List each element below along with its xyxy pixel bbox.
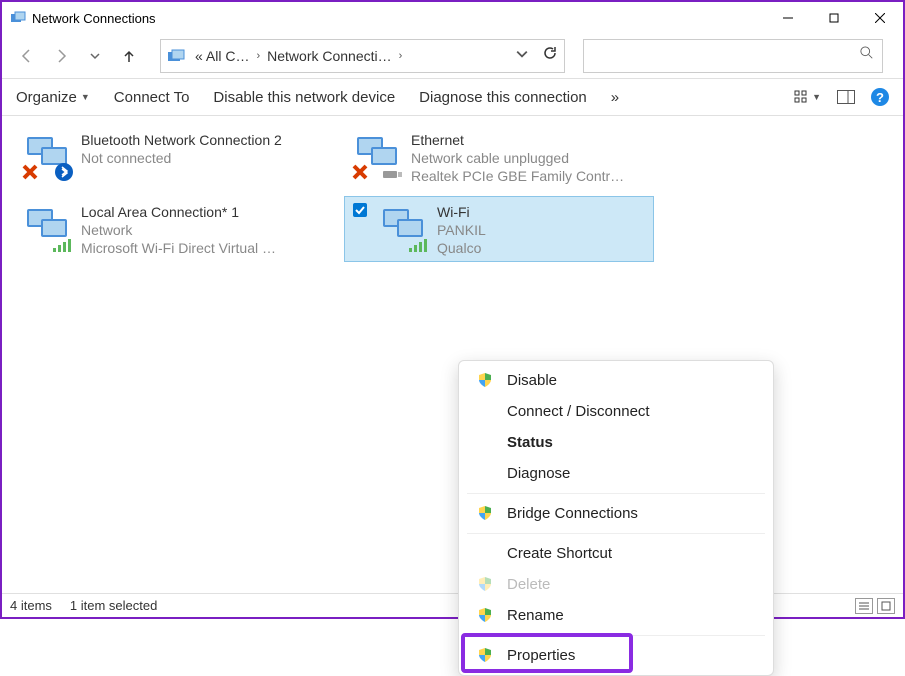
command-bar: Organize ▼ Connect To Disable this netwo… — [2, 78, 903, 116]
search-icon — [860, 46, 874, 65]
organize-menu[interactable]: Organize ▼ — [16, 89, 90, 106]
content-area: Bluetooth Network Connection 2 Not conne… — [2, 116, 903, 593]
window-controls — [765, 3, 903, 33]
connection-icon — [353, 131, 401, 179]
connection-icon — [23, 131, 71, 179]
shield-icon — [477, 607, 493, 623]
back-button[interactable] — [12, 41, 42, 71]
connection-icon — [23, 203, 71, 251]
help-button[interactable]: ? — [871, 88, 889, 106]
context-menu-rename[interactable]: Rename — [459, 600, 773, 631]
title-bar: Network Connections — [2, 2, 903, 34]
connection-status: PANKIL — [437, 221, 486, 239]
disable-device-button[interactable]: Disable this network device — [213, 89, 395, 106]
status-item-count: 4 items — [10, 598, 52, 613]
connection-item-wifi[interactable]: Wi-Fi PANKIL Qualco — [344, 196, 654, 262]
chevron-down-icon: ▼ — [81, 92, 90, 102]
location-icon — [167, 47, 185, 65]
address-bar[interactable]: « All C… › Network Connecti… › — [160, 39, 565, 73]
maximize-button[interactable] — [811, 3, 857, 33]
diagnose-connection-button[interactable]: Diagnose this connection — [419, 89, 587, 106]
close-button[interactable] — [857, 3, 903, 33]
connection-detail: Realtek PCIe GBE Family Contr… — [411, 167, 624, 185]
context-menu-disable[interactable]: Disable — [459, 365, 773, 396]
connection-detail: Microsoft Wi-Fi Direct Virtual … — [81, 239, 276, 257]
context-menu-connect[interactable]: Connect / Disconnect — [459, 396, 773, 427]
context-menu-bridge[interactable]: Bridge Connections — [459, 498, 773, 529]
connection-name: Local Area Connection* 1 — [81, 203, 276, 221]
connection-name: Wi-Fi — [437, 203, 486, 221]
breadcrumb-current[interactable]: Network Connecti… — [263, 48, 396, 64]
view-options-button[interactable]: ▼ — [794, 90, 821, 104]
window-icon — [10, 10, 26, 26]
refresh-button[interactable] — [542, 45, 558, 66]
connection-status: Network — [81, 221, 276, 239]
context-menu-diagnose[interactable]: Diagnose — [459, 458, 773, 489]
connection-item-ethernet[interactable]: Ethernet Network cable unplugged Realtek… — [344, 124, 654, 190]
large-icons-view-button[interactable] — [877, 598, 895, 614]
preview-pane-button[interactable] — [837, 90, 855, 104]
details-view-button[interactable] — [855, 598, 873, 614]
context-menu: Disable Connect / Disconnect Status Diag… — [458, 360, 774, 676]
selection-checkbox[interactable] — [353, 203, 367, 217]
connection-status: Network cable unplugged — [411, 149, 624, 167]
context-menu-delete: Delete — [459, 569, 773, 600]
chevron-down-icon: ▼ — [812, 92, 821, 102]
connection-item-local-area[interactable]: Local Area Connection* 1 Network Microso… — [14, 196, 324, 262]
connection-name: Ethernet — [411, 131, 624, 149]
context-menu-separator — [467, 635, 765, 636]
more-commands-button[interactable]: » — [611, 89, 619, 106]
context-menu-shortcut[interactable]: Create Shortcut — [459, 538, 773, 569]
shield-icon — [477, 372, 493, 388]
connection-status: Not connected — [81, 149, 282, 167]
chevron-right-icon[interactable]: › — [396, 50, 406, 62]
context-menu-status[interactable]: Status — [459, 427, 773, 458]
chevron-right-icon[interactable]: › — [253, 50, 263, 62]
window-title: Network Connections — [32, 11, 765, 26]
connection-name: Bluetooth Network Connection 2 — [81, 131, 282, 149]
connect-to-button[interactable]: Connect To — [114, 89, 190, 106]
search-input[interactable] — [583, 39, 883, 73]
shield-icon — [477, 505, 493, 521]
context-menu-separator — [467, 493, 765, 494]
status-item-selected: 1 item selected — [70, 598, 157, 613]
recent-locations-button[interactable] — [80, 41, 110, 71]
connection-detail: Qualco — [437, 239, 486, 257]
up-button[interactable] — [114, 41, 144, 71]
context-menu-properties[interactable]: Properties — [459, 640, 773, 671]
navigation-bar: « All C… › Network Connecti… › — [2, 34, 903, 78]
forward-button[interactable] — [46, 41, 76, 71]
shield-icon — [477, 647, 493, 663]
breadcrumb-root[interactable]: « All C… — [191, 48, 253, 64]
shield-icon — [477, 576, 493, 592]
minimize-button[interactable] — [765, 3, 811, 33]
context-menu-separator — [467, 533, 765, 534]
connection-icon — [379, 203, 427, 251]
connection-item-bluetooth[interactable]: Bluetooth Network Connection 2 Not conne… — [14, 124, 324, 190]
address-dropdown-button[interactable] — [516, 47, 528, 65]
